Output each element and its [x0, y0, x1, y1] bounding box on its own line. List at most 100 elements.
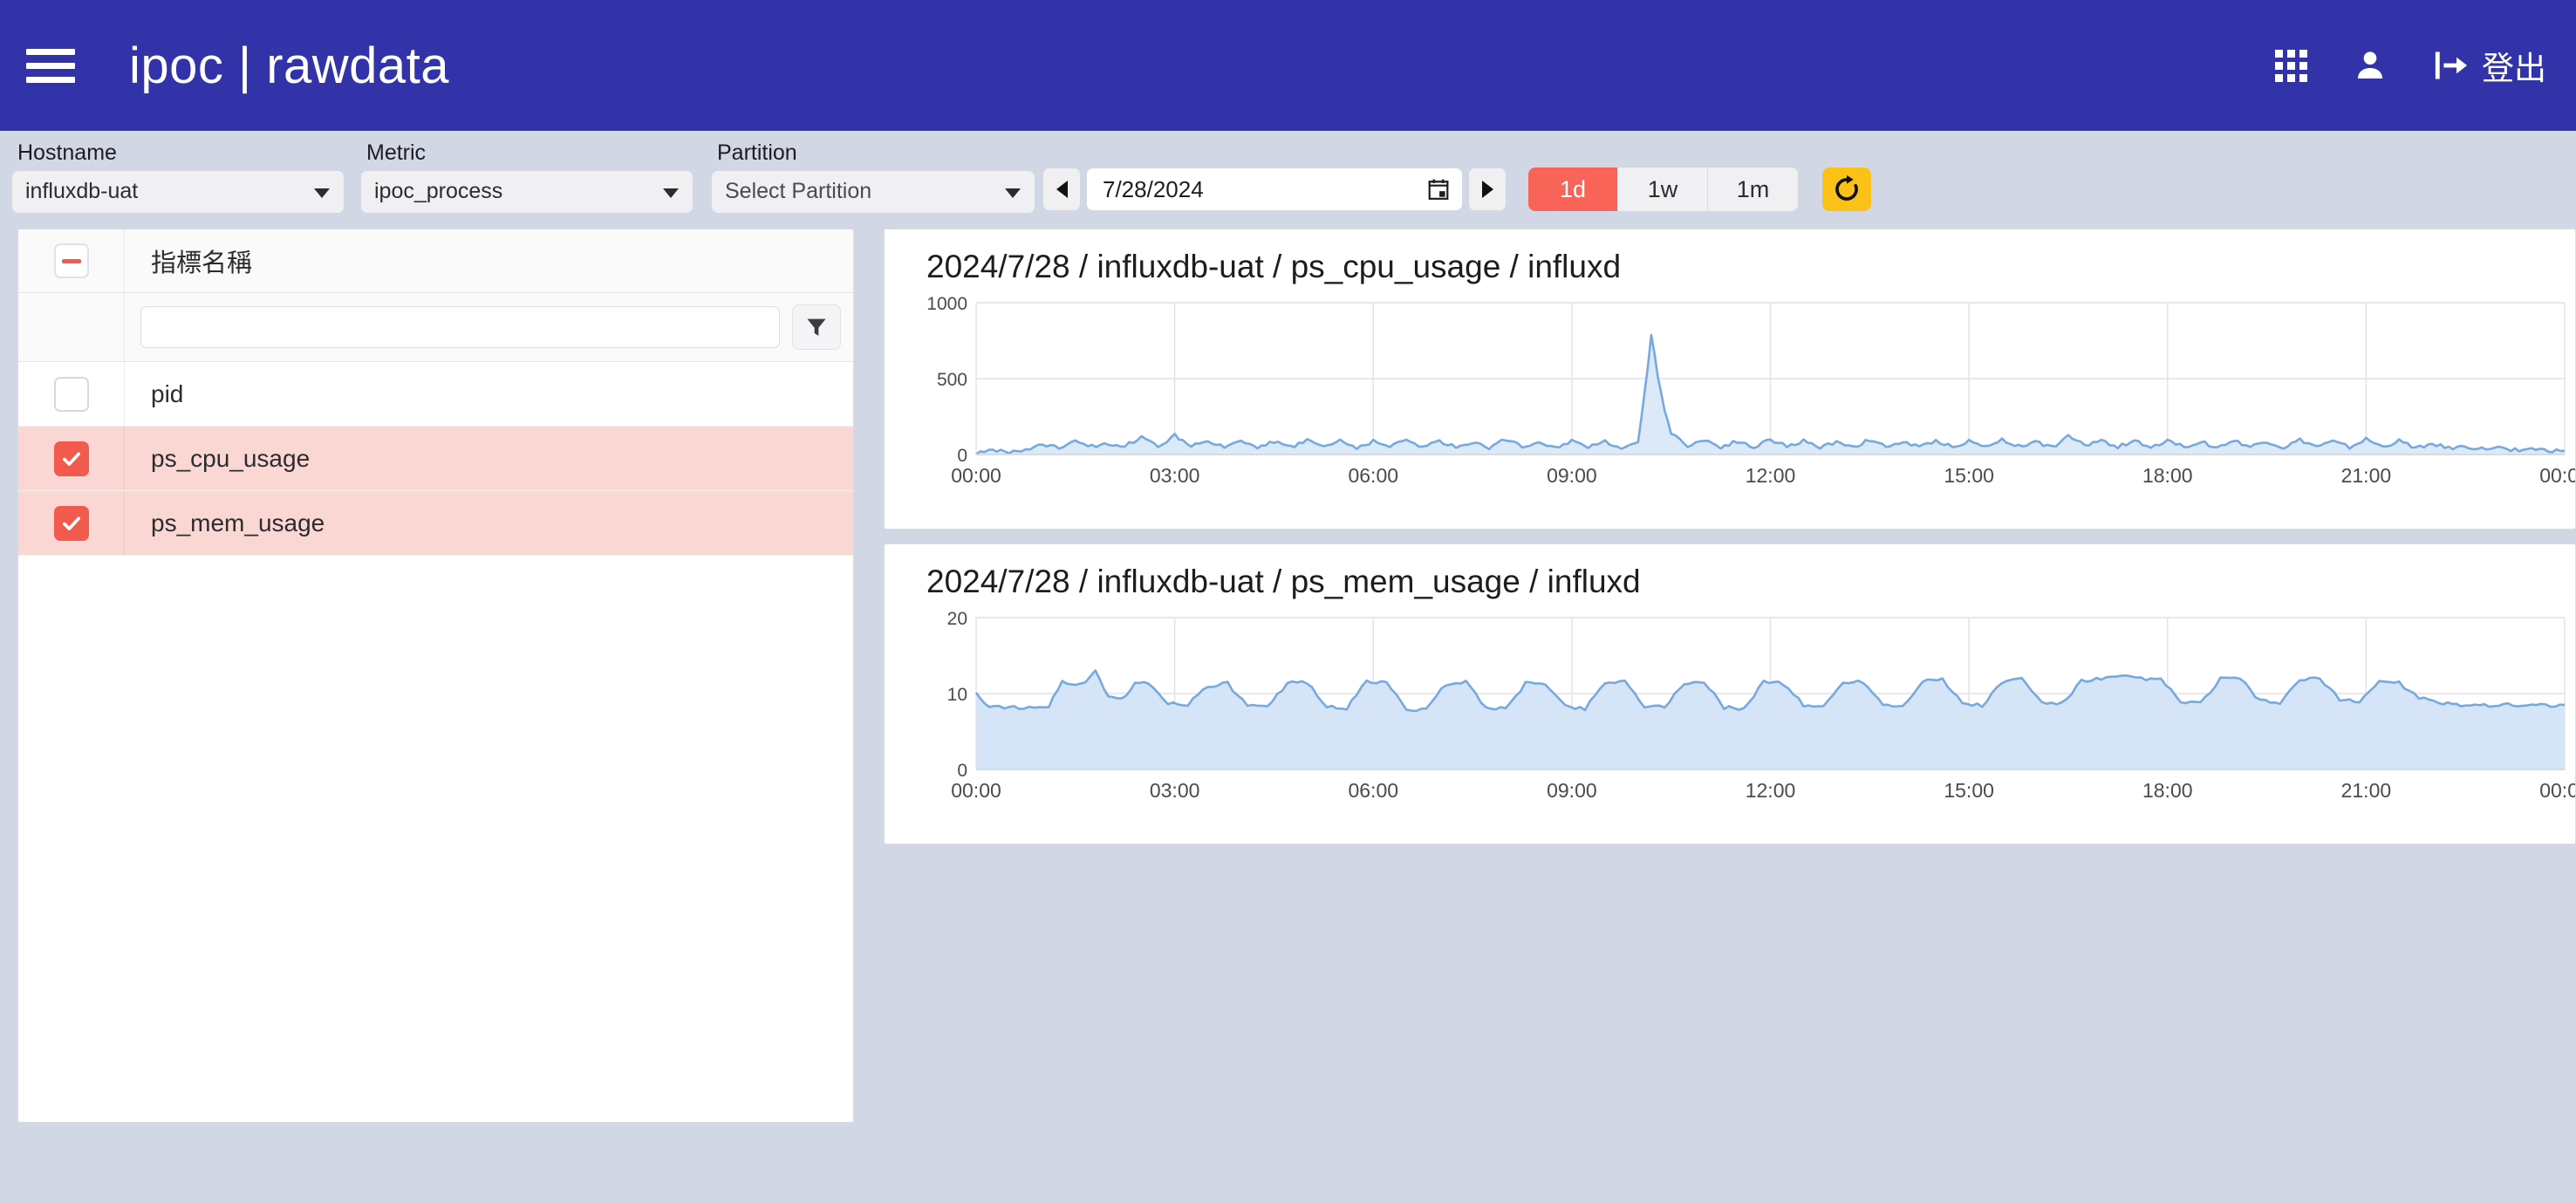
date-input[interactable]: 7/28/2024: [1087, 168, 1462, 210]
metric-name-ps-mem-usage: ps_mem_usage: [151, 509, 325, 537]
svg-text:12:00: 12:00: [1746, 779, 1796, 802]
metric-name-pid: pid: [151, 379, 184, 407]
logout-button[interactable]: 登出: [2433, 42, 2546, 89]
select-all-cell: [18, 229, 125, 292]
select-all-checkbox[interactable]: [53, 243, 89, 278]
svg-text:10: 10: [947, 685, 967, 705]
hamburger-bar: [26, 62, 75, 69]
refresh-icon: [1835, 174, 1858, 201]
svg-text:00:00: 00:00: [951, 464, 1001, 487]
svg-text:06:00: 06:00: [1348, 779, 1398, 802]
filter-toolbar: Hostname influxdb-uat Metric ipoc_proces…: [0, 131, 2576, 229]
row-checkbox-cell: [18, 427, 125, 490]
hamburger-menu-icon[interactable]: [26, 41, 75, 90]
svg-text:21:00: 21:00: [2341, 464, 2392, 487]
range-button-1w[interactable]: 1w: [1618, 167, 1708, 211]
svg-text:09:00: 09:00: [1547, 779, 1597, 802]
metric-name-ps-cpu-usage: ps_cpu_usage: [151, 444, 311, 472]
header-actions: 登出: [2275, 42, 2546, 89]
chevron-down-icon: [314, 188, 330, 198]
hostname-value: influxdb-uat: [25, 179, 139, 203]
row-checkbox-cell: [18, 491, 125, 555]
funnel-icon: [807, 318, 826, 336]
svg-text:15:00: 15:00: [1944, 779, 1994, 802]
svg-text:0: 0: [957, 446, 967, 466]
charts-column: 2024/7/28 / influxdb-uat / ps_cpu_usage …: [884, 229, 2576, 1203]
metric-row-pid[interactable]: pid: [18, 362, 853, 427]
metric-select[interactable]: ipoc_process: [361, 170, 693, 213]
svg-text:00:00: 00:00: [2539, 779, 2575, 802]
range-button-1m[interactable]: 1m: [1708, 167, 1798, 211]
svg-text:00:00: 00:00: [2539, 464, 2575, 487]
metric-field-group: Metric ipoc_process: [361, 140, 693, 213]
chart-title-ps-cpu-usage: 2024/7/28 / influxdb-uat / ps_cpu_usage …: [926, 249, 1622, 284]
chart-card-ps-cpu-usage: 2024/7/28 / influxdb-uat / ps_cpu_usage …: [884, 229, 2576, 530]
chart-card-ps-mem-usage: 2024/7/28 / influxdb-uat / ps_mem_usage …: [884, 543, 2576, 844]
hostname-field-group: Hostname influxdb-uat: [12, 140, 344, 213]
chevron-right-icon: [1481, 181, 1493, 198]
metric-checkbox-ps-cpu-usage[interactable]: [53, 441, 89, 476]
svg-text:500: 500: [937, 370, 967, 390]
check-icon: [62, 452, 80, 466]
logout-arrow-icon: [2435, 51, 2468, 79]
app-title: ipoc | rawdata: [129, 37, 450, 94]
chart-title-ps-mem-usage: 2024/7/28 / influxdb-uat / ps_mem_usage …: [926, 564, 1641, 599]
chevron-left-icon: [1056, 181, 1068, 198]
svg-text:12:00: 12:00: [1746, 464, 1796, 487]
svg-text:00:00: 00:00: [951, 779, 1001, 802]
metric-list-panel: 指標名稱 pid ps_cpu_usage ps_mem_usage: [17, 229, 854, 1123]
svg-text:18:00: 18:00: [2142, 779, 2193, 802]
calendar-icon[interactable]: [1427, 177, 1450, 202]
column-header-metric-name: 指標名稱: [151, 249, 253, 277]
chart-plot-ps-mem-usage[interactable]: 0 10 20 00:00 03:00 06:00 09:00 12:00 15:00 18:00…: [885, 602, 2575, 822]
person-icon[interactable]: [2353, 46, 2388, 85]
partition-select[interactable]: Select Partition: [712, 170, 1035, 213]
app-header: ipoc | rawdata 登出: [0, 0, 2576, 131]
chevron-down-icon: [1005, 188, 1021, 198]
previous-date-button[interactable]: [1043, 168, 1080, 210]
metric-checkbox-ps-mem-usage[interactable]: [53, 505, 89, 541]
metric-row-ps-mem-usage[interactable]: ps_mem_usage: [18, 491, 853, 556]
svg-text:06:00: 06:00: [1348, 464, 1398, 487]
hamburger-bar: [26, 76, 75, 83]
chart-svg-cpu: 0 500 1000 00:00 03:00 06:00 09:00 12:00 15:00 18…: [926, 294, 2575, 487]
metric-filter-button[interactable]: [792, 304, 841, 350]
metric-filter-input[interactable]: [140, 306, 780, 348]
hamburger-bar: [26, 48, 75, 55]
refresh-button[interactable]: [1822, 167, 1871, 211]
partition-value: Select Partition: [725, 179, 872, 203]
metric-filter-row: [18, 293, 853, 362]
metric-value: ipoc_process: [374, 179, 503, 203]
filter-row-spacer: [18, 293, 125, 361]
check-icon: [62, 516, 80, 530]
metric-table-header: 指標名稱: [18, 229, 853, 293]
svg-text:18:00: 18:00: [2142, 464, 2193, 487]
svg-text:03:00: 03:00: [1150, 779, 1200, 802]
chevron-down-icon: [663, 188, 679, 198]
hostname-label: Hostname: [17, 140, 117, 165]
svg-text:09:00: 09:00: [1547, 464, 1597, 487]
metric-row-ps-cpu-usage[interactable]: ps_cpu_usage: [18, 427, 853, 491]
row-checkbox-cell: [18, 362, 125, 426]
svg-text:0: 0: [957, 761, 967, 781]
svg-text:20: 20: [947, 609, 967, 629]
apps-grid-icon[interactable]: [2275, 49, 2307, 82]
range-switch: 1d 1w 1m: [1528, 167, 1798, 211]
next-date-button[interactable]: [1469, 168, 1506, 210]
metric-label: Metric: [366, 140, 427, 165]
chart-svg-mem: 0 10 20 00:00 03:00 06:00 09:00 12:00 15:00 18:00…: [947, 609, 2575, 802]
svg-text:21:00: 21:00: [2341, 779, 2392, 802]
range-button-1d[interactable]: 1d: [1528, 167, 1618, 211]
svg-text:03:00: 03:00: [1150, 464, 1200, 487]
date-value: 7/28/2024: [1103, 175, 1204, 202]
svg-text:1000: 1000: [926, 294, 967, 314]
date-navigation: 7/28/2024 1d 1w 1m: [1043, 167, 1871, 211]
svg-text:15:00: 15:00: [1944, 464, 1994, 487]
partition-label: Partition: [717, 140, 797, 165]
metric-checkbox-pid[interactable]: [53, 376, 89, 412]
hostname-select[interactable]: influxdb-uat: [12, 170, 344, 213]
chart-plot-ps-cpu-usage[interactable]: 0 500 1000 00:00 03:00 06:00 09:00 12:00 15:00 18…: [885, 287, 2575, 507]
partition-field-group: Partition Select Partition: [712, 140, 1035, 213]
logout-label: 登出: [2482, 51, 2546, 86]
main-area: 指標名稱 pid ps_cpu_usage ps_mem_usage 2024/…: [0, 229, 2576, 1203]
